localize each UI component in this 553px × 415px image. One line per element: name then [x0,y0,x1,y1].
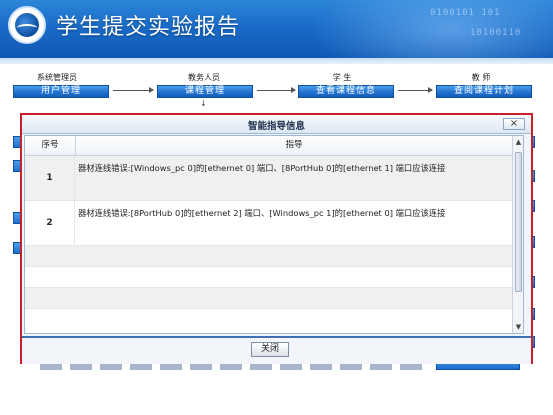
row-seq: 1 [25,156,75,200]
empty-row [25,246,512,267]
row-guidance: 器材连线错误:[8PortHub 0]的[ethernet 2] 端口、[Win… [78,208,446,218]
table-row[interactable]: 1 器材连线错误:[Windows_pc 0]的[ethernet 0] 端口、… [25,156,512,201]
role-label-academic-staff: 教务人员 [188,73,220,82]
dialog-titlebar: 智能指导信息 × [22,115,531,134]
flow-arrow-icon [257,87,296,93]
empty-row [25,267,512,288]
scrollbar-thumb[interactable] [515,152,522,292]
close-icon[interactable]: × [503,118,525,130]
role-label-student: 学 生 [332,73,352,82]
view-course-plan-button[interactable]: 查阅课程计划 [436,85,532,98]
guidance-grid: 序号 指导 1 器材连线错误:[Windows_pc 0]的[ethernet … [24,135,524,334]
row-seq: 2 [25,201,75,245]
table-row[interactable]: 2 器材连线错误:[8PortHub 0]的[ethernet 2] 端口、[W… [25,201,512,246]
grid-header: 序号 指导 [25,136,512,156]
down-arrow-icon: ↓ [200,99,207,108]
column-header-seq[interactable]: 序号 [25,136,75,155]
dialog-title: 智能指导信息 [247,121,305,132]
logo [8,6,46,44]
header-binary-decoration: 0100101 101 [430,8,501,18]
header-binary-decoration: 10100110 [470,28,522,38]
flow-arrow-icon [398,87,433,93]
empty-row [25,309,512,333]
role-label-admin: 系统管理员 [37,73,77,82]
role-label-teacher: 教 师 [471,73,491,82]
close-button[interactable]: 关闭 [251,342,289,357]
header-divider [0,58,553,64]
scroll-up-icon[interactable]: ▲ [514,137,523,147]
course-management-button[interactable]: 课程管理 [157,85,253,98]
flow-arrow-icon [113,87,154,93]
guidance-dialog: 智能指导信息 × 序号 指导 1 器材连线错误:[Windows_pc 0]的[… [20,113,533,364]
vertical-scrollbar[interactable]: ▲ ▼ [512,136,523,333]
dialog-footer: 关闭 [22,336,531,364]
empty-row [25,288,512,309]
logo-wave-icon [17,24,37,32]
page-title: 学生提交实验报告 [56,15,241,40]
flow-row-fragment [40,364,430,370]
view-course-info-button[interactable]: 查看课程信息 [298,85,394,98]
scroll-down-icon[interactable]: ▼ [514,322,523,332]
app-header: 0100101 101 10100110 学生提交实验报告 [0,0,553,58]
row-guidance: 器材连线错误:[Windows_pc 0]的[ethernet 0] 端口、[8… [78,163,446,173]
column-header-guidance[interactable]: 指导 [76,136,512,155]
user-management-button[interactable]: 用户管理 [13,85,109,98]
